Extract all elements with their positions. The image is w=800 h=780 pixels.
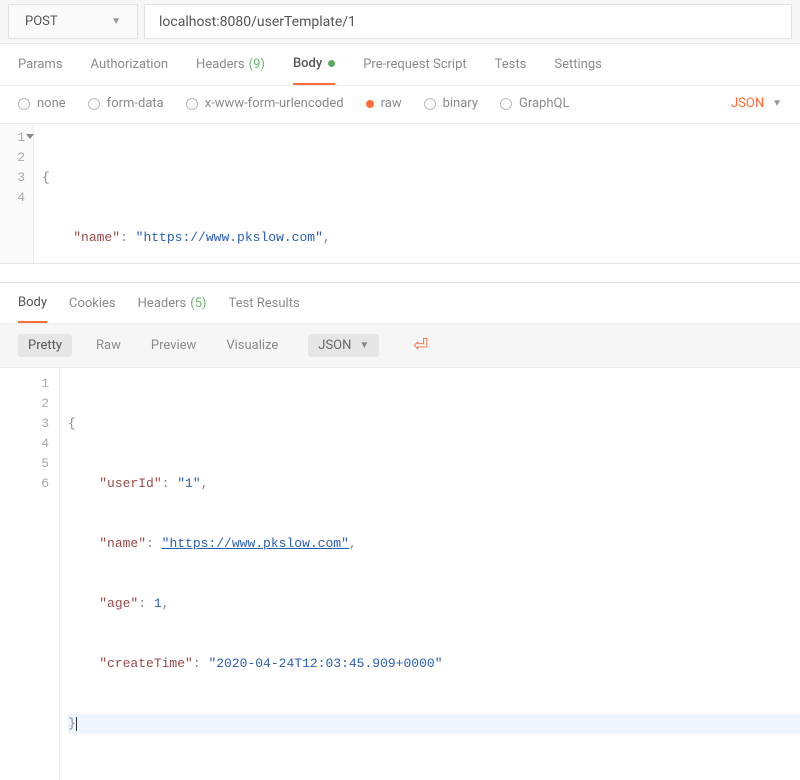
headers-count: (9): [249, 57, 265, 72]
tab-prerequest[interactable]: Pre-request Script: [363, 44, 466, 85]
request-tabs: Params Authorization Headers (9) Body Pr…: [0, 44, 800, 86]
radio-icon: [88, 98, 100, 110]
url-value: localhost:8080/userTemplate/1: [159, 14, 356, 30]
body-type-binary[interactable]: binary: [424, 96, 478, 111]
response-view-pretty[interactable]: Pretty: [18, 334, 72, 357]
body-content-type-value: JSON: [731, 96, 764, 111]
tab-settings[interactable]: Settings: [554, 44, 601, 85]
tab-params[interactable]: Params: [18, 44, 63, 85]
editor-gutter: 1 2 3 4: [0, 124, 34, 263]
response-lang-value: JSON: [318, 338, 351, 353]
response-body-viewer[interactable]: 1 2 3 4 5 6 { "userId": "1", "name": "ht…: [0, 367, 800, 780]
radio-icon: [500, 98, 512, 110]
http-method-value: POST: [25, 14, 58, 29]
response-view-preview[interactable]: Preview: [145, 334, 202, 357]
response-tabs: Body Cookies Headers (5) Test Results: [0, 283, 800, 323]
tab-headers[interactable]: Headers (9): [196, 44, 265, 85]
response-view-visualize[interactable]: Visualize: [220, 334, 284, 357]
body-type-none[interactable]: none: [18, 96, 66, 111]
radio-selected-icon: [366, 100, 374, 108]
tab-tests[interactable]: Tests: [495, 44, 527, 85]
response-divider[interactable]: [0, 263, 800, 283]
response-lang-select[interactable]: JSON ▼: [308, 334, 379, 357]
response-tab-body[interactable]: Body: [18, 283, 47, 323]
request-bar: POST ▼ localhost:8080/userTemplate/1: [0, 0, 800, 44]
body-type-row: none form-data x-www-form-urlencoded raw…: [0, 86, 800, 123]
radio-icon: [424, 98, 436, 110]
response-tab-headers[interactable]: Headers (5): [138, 283, 207, 323]
url-input[interactable]: localhost:8080/userTemplate/1: [144, 4, 792, 39]
body-type-graphql[interactable]: GraphQL: [500, 96, 569, 111]
response-view-raw[interactable]: Raw: [90, 334, 127, 357]
chevron-down-icon: ▼: [772, 98, 782, 109]
tab-body[interactable]: Body: [293, 44, 335, 85]
response-headers-count: (5): [190, 296, 206, 311]
wrap-icon: ⏎: [413, 335, 428, 356]
request-body-editor[interactable]: 1 2 3 4 { "name": "https://www.pkslow.co…: [0, 123, 800, 263]
http-method-select[interactable]: POST ▼: [8, 4, 138, 39]
text-cursor-icon: [76, 717, 77, 731]
fold-icon: [26, 134, 34, 139]
tab-authorization[interactable]: Authorization: [91, 44, 169, 85]
response-tab-test-results[interactable]: Test Results: [229, 283, 300, 323]
body-content-type-select[interactable]: JSON ▼: [731, 96, 782, 111]
response-code: { "userId": "1", "name": "https://www.pk…: [60, 368, 800, 780]
line-wrap-button[interactable]: ⏎: [407, 335, 434, 356]
chevron-down-icon: ▼: [359, 340, 369, 351]
body-type-urlencoded[interactable]: x-www-form-urlencoded: [186, 96, 344, 111]
chevron-down-icon: ▼: [111, 16, 121, 27]
body-indicator-icon: [328, 60, 335, 67]
response-gutter: 1 2 3 4 5 6: [0, 368, 60, 780]
editor-code[interactable]: { "name": "https://www.pkslow.com", "age…: [34, 124, 800, 263]
body-type-raw[interactable]: raw: [366, 96, 402, 111]
response-tab-cookies[interactable]: Cookies: [69, 283, 116, 323]
radio-icon: [186, 98, 198, 110]
response-format-bar: Pretty Raw Preview Visualize JSON ▼ ⏎: [0, 323, 800, 367]
radio-icon: [18, 98, 30, 110]
body-type-form-data[interactable]: form-data: [88, 96, 164, 111]
